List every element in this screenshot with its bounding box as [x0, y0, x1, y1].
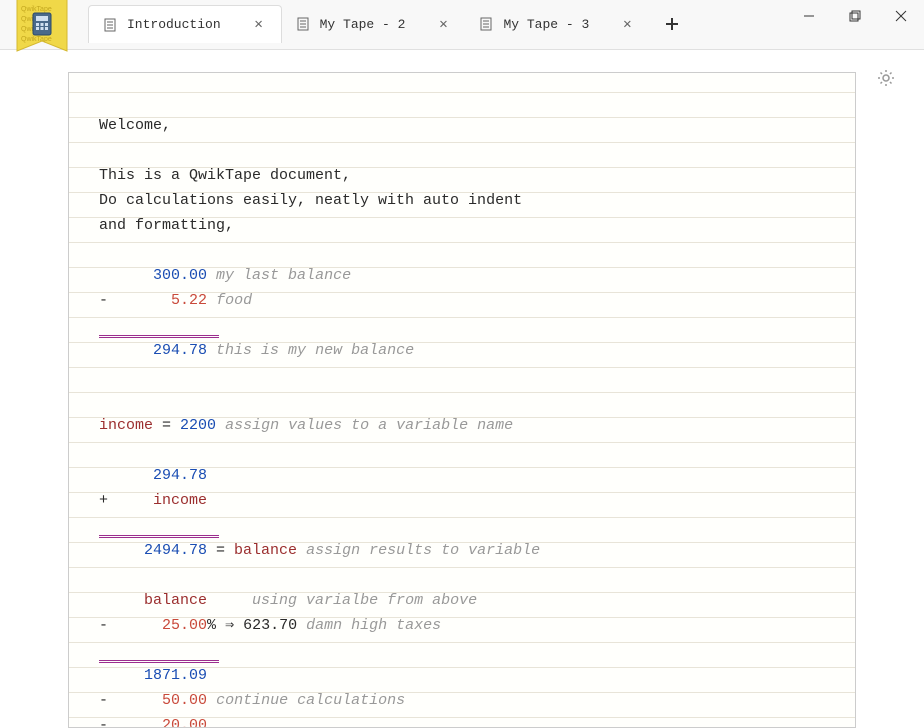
number: 2200 [180, 417, 216, 434]
calc-line: - 5.22 food [99, 288, 825, 313]
number: 25.00 [162, 617, 207, 634]
empty-line [99, 438, 825, 463]
tab-label: Introduction [127, 17, 221, 32]
text-line: and formatting, [99, 213, 825, 238]
minimize-button[interactable] [786, 0, 832, 32]
close-icon[interactable]: ✕ [619, 16, 635, 32]
comment: assign values to a variable name [225, 417, 513, 434]
window-controls [786, 0, 924, 32]
svg-text:QwikTape: QwikTape [21, 6, 52, 13]
tab-introduction[interactable]: Introduction ✕ [88, 5, 282, 43]
calc-line: 294.78 this is my new balance [99, 338, 825, 363]
equals: = [153, 417, 180, 434]
editor[interactable]: Welcome, This is a QwikTape document, Do… [69, 73, 855, 728]
result-divider [99, 513, 219, 538]
result: 623.70 [243, 617, 297, 634]
empty-line [99, 138, 825, 163]
empty-line [99, 563, 825, 588]
tab-bar: Introduction ✕ My Tape - 2 ✕ My Tape - 3… [88, 0, 687, 48]
tab-my-tape-3[interactable]: My Tape - 3 ✕ [465, 5, 649, 43]
text-line: Do calculations easily, neatly with auto… [99, 188, 825, 213]
variable: income [153, 492, 207, 509]
calc-line: - 25.00% ⇒ 623.70 damn high taxes [99, 613, 825, 638]
assign-line: income = 2200 assign values to a variabl… [99, 413, 825, 438]
variable: income [99, 417, 153, 434]
operator: - [99, 617, 108, 634]
comment: food [216, 292, 252, 309]
equals: = [207, 542, 234, 559]
close-icon[interactable]: ✕ [251, 17, 267, 33]
number: 1871.09 [144, 667, 207, 684]
comment: damn high taxes [306, 617, 441, 634]
calc-line: - 50.00 continue calculations [99, 688, 825, 713]
number: 20.00 [162, 717, 207, 728]
calc-line: 294.78 [99, 463, 825, 488]
number: 5.22 [171, 292, 207, 309]
tab-label: My Tape - 2 [320, 17, 406, 32]
text-line: This is a QwikTape document, [99, 163, 825, 188]
calc-line: - 20.00 [99, 713, 825, 728]
comment: my last balance [216, 267, 351, 284]
empty-line [99, 388, 825, 413]
operator: + [99, 492, 108, 509]
calc-line: 1871.09 [99, 663, 825, 688]
maximize-button[interactable] [832, 0, 878, 32]
empty-line [99, 238, 825, 263]
calc-line: 2494.78 = balance assign results to vari… [99, 538, 825, 563]
document-icon [479, 17, 493, 31]
comment: using varialbe from above [252, 592, 477, 609]
number: 294.78 [153, 467, 207, 484]
comment: this is my new balance [216, 342, 414, 359]
operator: - [99, 717, 108, 728]
result-divider [99, 313, 219, 338]
number: 294.78 [153, 342, 207, 359]
empty-line [99, 363, 825, 388]
calc-line: 300.00 my last balance [99, 263, 825, 288]
calc-line: + income [99, 488, 825, 513]
comment: continue calculations [216, 692, 405, 709]
number: 50.00 [162, 692, 207, 709]
variable: balance [234, 542, 297, 559]
arrow: ⇒ [216, 617, 243, 634]
operator: - [99, 292, 108, 309]
text-line: Welcome, [99, 113, 825, 138]
close-icon[interactable]: ✕ [435, 16, 451, 32]
close-button[interactable] [878, 0, 924, 32]
document-area: Welcome, This is a QwikTape document, Do… [68, 72, 856, 728]
app-logo: QwikTape QwikTape QwikTape QwikTape [12, 0, 72, 60]
svg-text:QwikTape: QwikTape [21, 36, 52, 43]
variable: balance [144, 592, 207, 609]
settings-button[interactable] [876, 68, 900, 92]
number: 2494.78 [144, 542, 207, 559]
result-divider [99, 638, 219, 663]
tab-my-tape-2[interactable]: My Tape - 2 ✕ [282, 5, 466, 43]
operator: - [99, 692, 108, 709]
number: 300.00 [153, 267, 207, 284]
calc-line: balance using varialbe from above [99, 588, 825, 613]
percent: % [207, 617, 216, 634]
titlebar: QwikTape QwikTape QwikTape QwikTape Intr… [0, 0, 924, 50]
tab-label: My Tape - 3 [503, 17, 589, 32]
comment: assign results to variable [306, 542, 540, 559]
document-icon [103, 18, 117, 32]
new-tab-button[interactable] [657, 9, 687, 39]
document-icon [296, 17, 310, 31]
